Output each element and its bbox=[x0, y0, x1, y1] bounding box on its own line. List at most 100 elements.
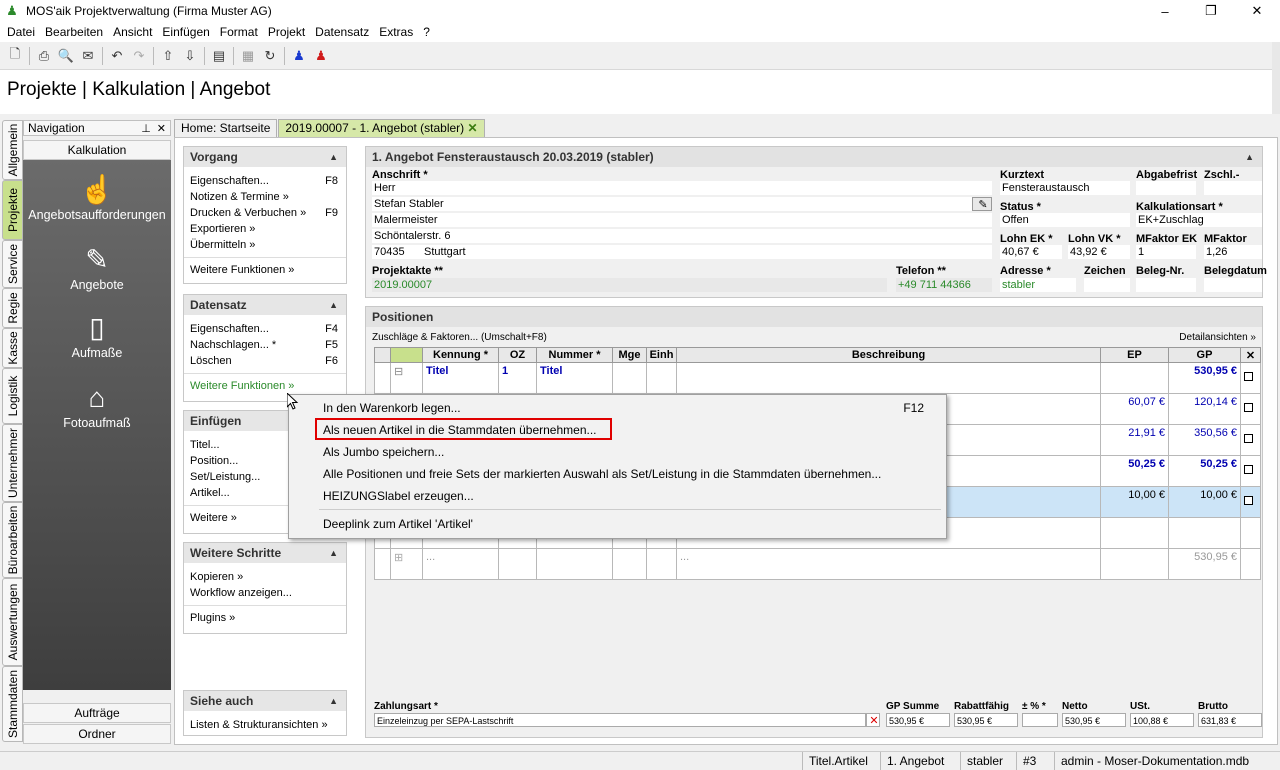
cell-mge[interactable] bbox=[612, 548, 647, 580]
checkbox-icon[interactable] bbox=[1244, 434, 1253, 443]
col-einh[interactable]: Einh bbox=[646, 347, 677, 363]
menu-format[interactable]: Format bbox=[215, 25, 263, 39]
cell-beschreibung[interactable]: ... bbox=[676, 548, 1101, 580]
anschrift-line-3[interactable]: Malermeister bbox=[372, 213, 992, 227]
nav-item-fotoaufmass[interactable]: ⌂ Fotoaufmaß bbox=[23, 380, 171, 430]
menu-help[interactable]: ? bbox=[418, 25, 435, 39]
nav-section-kalkulation[interactable]: Kalkulation bbox=[23, 140, 171, 160]
undo-icon[interactable]: ↶ bbox=[106, 45, 128, 67]
cell-oz[interactable] bbox=[498, 548, 537, 580]
cell-gp[interactable]: 10,00 € bbox=[1168, 486, 1241, 518]
menu-item-deeplink[interactable]: Deeplink zum Artikel 'Artikel' bbox=[323, 517, 473, 531]
cell-gp[interactable] bbox=[1168, 517, 1241, 549]
close-tab-icon[interactable]: ✕ bbox=[468, 121, 478, 135]
action-drucken[interactable]: Drucken & Verbuchen » F9 bbox=[184, 205, 346, 221]
action-weitere-funktionen[interactable]: Weitere Funktionen » bbox=[184, 262, 346, 278]
col-ep[interactable]: EP bbox=[1100, 347, 1169, 363]
collapse-icon[interactable]: ▲ bbox=[329, 691, 338, 711]
cell-mge[interactable] bbox=[612, 362, 647, 394]
cell-kennung[interactable]: ... bbox=[422, 548, 499, 580]
col-oz[interactable]: OZ bbox=[498, 347, 537, 363]
cell-ep[interactable]: 50,25 € bbox=[1100, 455, 1169, 487]
cell-gp[interactable]: 530,95 € bbox=[1168, 362, 1241, 394]
menu-item-jumbo[interactable]: Als Jumbo speichern... bbox=[323, 445, 444, 459]
menu-datensatz[interactable]: Datensatz bbox=[310, 25, 374, 39]
menu-item-heizungslabel[interactable]: HEIZUNGSlabel erzeugen... bbox=[323, 489, 474, 503]
nav-item-angebotsaufforderungen[interactable]: ☝ Angebotsaufforderungen bbox=[23, 172, 171, 222]
row-checkbox[interactable] bbox=[1240, 424, 1261, 456]
anschrift-line-4[interactable]: Schöntalerstr. 6 bbox=[372, 229, 992, 243]
anschrift-line-1[interactable]: Herr bbox=[372, 181, 992, 195]
action-exportieren[interactable]: Exportieren » bbox=[184, 221, 346, 237]
excel-icon[interactable]: ▦ bbox=[237, 45, 259, 67]
col-mge[interactable]: Mge bbox=[612, 347, 647, 363]
plz-field[interactable]: 70435 bbox=[372, 245, 422, 259]
arrow-up-icon[interactable]: ⇧ bbox=[157, 45, 179, 67]
detailansichten-link[interactable]: Detailansichten » bbox=[1179, 332, 1256, 343]
action-ds-weitere-funktionen[interactable]: Weitere Funktionen » bbox=[184, 378, 346, 394]
find-doc-icon[interactable]: ▤ bbox=[208, 45, 230, 67]
cell-ep[interactable] bbox=[1100, 362, 1169, 394]
cell-kennung[interactable]: Titel bbox=[422, 362, 499, 394]
action-nachschlagen[interactable]: Nachschlagen... * F5 bbox=[184, 337, 346, 353]
tab-home[interactable]: Home: Startseite bbox=[174, 119, 278, 137]
cell-ep[interactable] bbox=[1100, 517, 1169, 549]
pin-icon[interactable]: ⊥ bbox=[141, 122, 151, 135]
col-beschreibung[interactable]: Beschreibung bbox=[676, 347, 1101, 363]
cell-ep[interactable]: 10,00 € bbox=[1100, 486, 1169, 518]
new-doc-icon[interactable]: 🗋 bbox=[4, 45, 26, 67]
cell-gp[interactable]: 120,14 € bbox=[1168, 393, 1241, 425]
refresh-icon[interactable]: ↻ bbox=[259, 45, 281, 67]
user-blue-icon[interactable]: ♟ bbox=[288, 45, 310, 67]
vtab-auswertungen[interactable]: Auswertungen bbox=[2, 578, 23, 666]
mfek-field[interactable]: 1 bbox=[1136, 245, 1196, 259]
tab-angebot[interactable]: 2019.00007 - 1. Angebot (stabler) ✕ bbox=[278, 119, 485, 137]
pm-field[interactable] bbox=[1022, 713, 1058, 727]
menu-einfuegen[interactable]: Einfügen bbox=[157, 25, 214, 39]
vtab-kasse[interactable]: Kasse bbox=[2, 328, 23, 368]
zahlungsart-field[interactable]: Einzeleinzug per SEPA-Lastschrift bbox=[374, 713, 866, 727]
row-checkbox[interactable] bbox=[1240, 393, 1261, 425]
col-delete[interactable]: ✕ bbox=[1240, 347, 1261, 363]
menu-ansicht[interactable]: Ansicht bbox=[108, 25, 157, 39]
redo-icon[interactable]: ↷ bbox=[128, 45, 150, 67]
lohnvk-field[interactable]: 43,92 € bbox=[1068, 245, 1130, 259]
cell-gp[interactable]: 50,25 € bbox=[1168, 455, 1241, 487]
anschrift-line-2[interactable]: Stefan Stabler bbox=[372, 197, 972, 211]
menu-bearbeiten[interactable]: Bearbeiten bbox=[40, 25, 108, 39]
cell-ep[interactable]: 60,07 € bbox=[1100, 393, 1169, 425]
kurztext-field[interactable]: Fensteraustausch bbox=[1000, 181, 1130, 195]
lohnek-field[interactable]: 40,67 € bbox=[1000, 245, 1062, 259]
tree-toggle-icon[interactable]: ⊟ bbox=[390, 362, 423, 394]
vtab-regie[interactable]: Regie bbox=[2, 288, 23, 328]
cell-gp[interactable]: 350,56 € bbox=[1168, 424, 1241, 456]
menu-extras[interactable]: Extras bbox=[374, 25, 418, 39]
cell-einh[interactable] bbox=[646, 362, 677, 394]
cell-beschreibung[interactable] bbox=[676, 362, 1101, 394]
vtab-logistik[interactable]: Logistik bbox=[2, 368, 23, 424]
action-plugins[interactable]: Plugins » bbox=[184, 610, 346, 626]
maximize-button[interactable]: ❐ bbox=[1188, 0, 1234, 22]
vtab-service[interactable]: Service bbox=[2, 240, 23, 288]
menu-datei[interactable]: Datei bbox=[2, 25, 40, 39]
address-edit-icon[interactable]: ✎ bbox=[972, 197, 992, 211]
zuschlaege-link[interactable]: Zuschläge & Faktoren... (Umschalt+F8) bbox=[372, 332, 547, 343]
action-uebermitteln[interactable]: Übermitteln » bbox=[184, 237, 346, 253]
checkbox-icon[interactable] bbox=[1244, 496, 1253, 505]
row-checkbox[interactable] bbox=[1240, 486, 1261, 518]
action-eigenschaften[interactable]: Eigenschaften... F8 bbox=[184, 173, 346, 189]
menu-projekt[interactable]: Projekt bbox=[263, 25, 310, 39]
checkbox-icon[interactable] bbox=[1244, 372, 1253, 381]
col-kennung[interactable]: Kennung * bbox=[422, 347, 499, 363]
action-listen[interactable]: Listen & Strukturansichten » bbox=[184, 717, 346, 733]
abgabefrist-field[interactable] bbox=[1136, 181, 1196, 195]
minimize-button[interactable]: – bbox=[1142, 0, 1188, 22]
user-red-icon[interactable]: ♟ bbox=[310, 45, 332, 67]
vtab-projekte[interactable]: Projekte bbox=[2, 180, 23, 240]
row-checkbox[interactable] bbox=[1240, 362, 1261, 394]
collapse-icon[interactable]: ▲ bbox=[329, 147, 338, 167]
col-gp[interactable]: GP bbox=[1168, 347, 1241, 363]
zschl-field[interactable] bbox=[1204, 181, 1262, 195]
menu-item-neuer-artikel[interactable]: Als neuen Artikel in die Stammdaten über… bbox=[323, 423, 597, 437]
cell-gp[interactable]: 530,95 € bbox=[1168, 548, 1241, 580]
